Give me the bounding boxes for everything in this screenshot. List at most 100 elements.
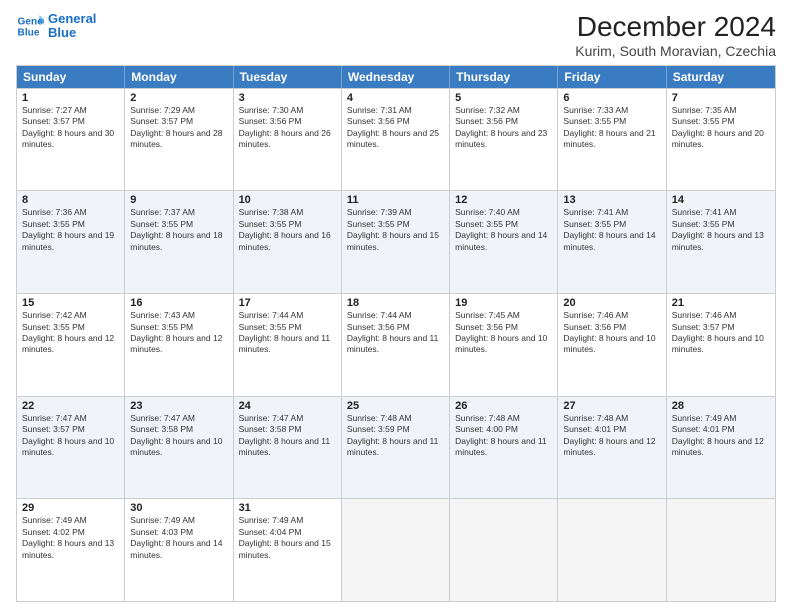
- cal-cell-1-2: 10Sunrise: 7:38 AM Sunset: 3:55 PM Dayli…: [234, 191, 342, 293]
- day-number: 8: [22, 194, 119, 206]
- cal-cell-3-5: 27Sunrise: 7:48 AM Sunset: 4:01 PM Dayli…: [558, 397, 666, 499]
- logo-line2: Blue: [48, 26, 96, 40]
- cal-cell-3-6: 28Sunrise: 7:49 AM Sunset: 4:01 PM Dayli…: [667, 397, 775, 499]
- day-number: 13: [563, 194, 660, 206]
- day-number: 5: [455, 92, 552, 104]
- day-of-week-saturday: Saturday: [667, 66, 775, 88]
- calendar-row-4: 29Sunrise: 7:49 AM Sunset: 4:02 PM Dayli…: [17, 498, 775, 601]
- day-of-week-sunday: Sunday: [17, 66, 125, 88]
- day-number: 22: [22, 400, 119, 412]
- day-info: Sunrise: 7:49 AM Sunset: 4:02 PM Dayligh…: [22, 515, 119, 561]
- cal-cell-0-3: 4Sunrise: 7:31 AM Sunset: 3:56 PM Daylig…: [342, 89, 450, 191]
- cal-cell-4-3: [342, 499, 450, 601]
- cal-cell-1-3: 11Sunrise: 7:39 AM Sunset: 3:55 PM Dayli…: [342, 191, 450, 293]
- day-info: Sunrise: 7:47 AM Sunset: 3:57 PM Dayligh…: [22, 413, 119, 459]
- day-number: 19: [455, 297, 552, 309]
- cal-cell-4-6: [667, 499, 775, 601]
- calendar: SundayMondayTuesdayWednesdayThursdayFrid…: [16, 65, 776, 602]
- day-info: Sunrise: 7:48 AM Sunset: 4:00 PM Dayligh…: [455, 413, 552, 459]
- day-number: 26: [455, 400, 552, 412]
- cal-cell-1-4: 12Sunrise: 7:40 AM Sunset: 3:55 PM Dayli…: [450, 191, 558, 293]
- day-info: Sunrise: 7:38 AM Sunset: 3:55 PM Dayligh…: [239, 207, 336, 253]
- day-info: Sunrise: 7:40 AM Sunset: 3:55 PM Dayligh…: [455, 207, 552, 253]
- day-number: 17: [239, 297, 336, 309]
- day-info: Sunrise: 7:35 AM Sunset: 3:55 PM Dayligh…: [672, 105, 770, 151]
- cal-cell-2-3: 18Sunrise: 7:44 AM Sunset: 3:56 PM Dayli…: [342, 294, 450, 396]
- cal-cell-2-2: 17Sunrise: 7:44 AM Sunset: 3:55 PM Dayli…: [234, 294, 342, 396]
- day-number: 16: [130, 297, 227, 309]
- calendar-row-0: 1Sunrise: 7:27 AM Sunset: 3:57 PM Daylig…: [17, 88, 775, 191]
- day-number: 24: [239, 400, 336, 412]
- day-info: Sunrise: 7:44 AM Sunset: 3:55 PM Dayligh…: [239, 310, 336, 356]
- cal-cell-1-5: 13Sunrise: 7:41 AM Sunset: 3:55 PM Dayli…: [558, 191, 666, 293]
- header: General Blue General Blue December 2024 …: [16, 12, 776, 59]
- cal-cell-1-1: 9Sunrise: 7:37 AM Sunset: 3:55 PM Daylig…: [125, 191, 233, 293]
- cal-cell-0-1: 2Sunrise: 7:29 AM Sunset: 3:57 PM Daylig…: [125, 89, 233, 191]
- cal-cell-2-5: 20Sunrise: 7:46 AM Sunset: 3:56 PM Dayli…: [558, 294, 666, 396]
- day-number: 28: [672, 400, 770, 412]
- day-info: Sunrise: 7:49 AM Sunset: 4:04 PM Dayligh…: [239, 515, 336, 561]
- logo: General Blue General Blue: [16, 12, 96, 41]
- calendar-row-2: 15Sunrise: 7:42 AM Sunset: 3:55 PM Dayli…: [17, 293, 775, 396]
- day-number: 18: [347, 297, 444, 309]
- cal-cell-2-6: 21Sunrise: 7:46 AM Sunset: 3:57 PM Dayli…: [667, 294, 775, 396]
- cal-cell-0-0: 1Sunrise: 7:27 AM Sunset: 3:57 PM Daylig…: [17, 89, 125, 191]
- day-info: Sunrise: 7:46 AM Sunset: 3:56 PM Dayligh…: [563, 310, 660, 356]
- day-number: 7: [672, 92, 770, 104]
- day-number: 15: [22, 297, 119, 309]
- day-info: Sunrise: 7:42 AM Sunset: 3:55 PM Dayligh…: [22, 310, 119, 356]
- day-info: Sunrise: 7:45 AM Sunset: 3:56 PM Dayligh…: [455, 310, 552, 356]
- calendar-row-3: 22Sunrise: 7:47 AM Sunset: 3:57 PM Dayli…: [17, 396, 775, 499]
- day-info: Sunrise: 7:41 AM Sunset: 3:55 PM Dayligh…: [672, 207, 770, 253]
- cal-cell-0-4: 5Sunrise: 7:32 AM Sunset: 3:56 PM Daylig…: [450, 89, 558, 191]
- day-number: 20: [563, 297, 660, 309]
- cal-cell-3-0: 22Sunrise: 7:47 AM Sunset: 3:57 PM Dayli…: [17, 397, 125, 499]
- day-info: Sunrise: 7:47 AM Sunset: 3:58 PM Dayligh…: [130, 413, 227, 459]
- day-info: Sunrise: 7:44 AM Sunset: 3:56 PM Dayligh…: [347, 310, 444, 356]
- svg-text:Blue: Blue: [18, 28, 40, 39]
- cal-cell-4-1: 30Sunrise: 7:49 AM Sunset: 4:03 PM Dayli…: [125, 499, 233, 601]
- cal-cell-4-2: 31Sunrise: 7:49 AM Sunset: 4:04 PM Dayli…: [234, 499, 342, 601]
- day-number: 11: [347, 194, 444, 206]
- cal-cell-3-1: 23Sunrise: 7:47 AM Sunset: 3:58 PM Dayli…: [125, 397, 233, 499]
- day-number: 9: [130, 194, 227, 206]
- cal-cell-3-3: 25Sunrise: 7:48 AM Sunset: 3:59 PM Dayli…: [342, 397, 450, 499]
- day-info: Sunrise: 7:37 AM Sunset: 3:55 PM Dayligh…: [130, 207, 227, 253]
- location: Kurim, South Moravian, Czechia: [575, 43, 776, 59]
- day-info: Sunrise: 7:49 AM Sunset: 4:03 PM Dayligh…: [130, 515, 227, 561]
- cal-cell-0-5: 6Sunrise: 7:33 AM Sunset: 3:55 PM Daylig…: [558, 89, 666, 191]
- logo-line1: General: [48, 12, 96, 26]
- cal-cell-2-4: 19Sunrise: 7:45 AM Sunset: 3:56 PM Dayli…: [450, 294, 558, 396]
- cal-cell-4-4: [450, 499, 558, 601]
- cal-cell-2-1: 16Sunrise: 7:43 AM Sunset: 3:55 PM Dayli…: [125, 294, 233, 396]
- cal-cell-1-0: 8Sunrise: 7:36 AM Sunset: 3:55 PM Daylig…: [17, 191, 125, 293]
- day-of-week-thursday: Thursday: [450, 66, 558, 88]
- day-info: Sunrise: 7:41 AM Sunset: 3:55 PM Dayligh…: [563, 207, 660, 253]
- day-info: Sunrise: 7:27 AM Sunset: 3:57 PM Dayligh…: [22, 105, 119, 151]
- day-of-week-wednesday: Wednesday: [342, 66, 450, 88]
- day-number: 30: [130, 502, 227, 514]
- title-block: December 2024 Kurim, South Moravian, Cze…: [575, 12, 776, 59]
- month-title: December 2024: [575, 12, 776, 43]
- day-number: 12: [455, 194, 552, 206]
- cal-cell-2-0: 15Sunrise: 7:42 AM Sunset: 3:55 PM Dayli…: [17, 294, 125, 396]
- day-number: 1: [22, 92, 119, 104]
- day-number: 10: [239, 194, 336, 206]
- day-number: 23: [130, 400, 227, 412]
- day-number: 25: [347, 400, 444, 412]
- day-number: 4: [347, 92, 444, 104]
- day-number: 3: [239, 92, 336, 104]
- day-info: Sunrise: 7:29 AM Sunset: 3:57 PM Dayligh…: [130, 105, 227, 151]
- day-info: Sunrise: 7:39 AM Sunset: 3:55 PM Dayligh…: [347, 207, 444, 253]
- day-number: 27: [563, 400, 660, 412]
- cal-cell-0-2: 3Sunrise: 7:30 AM Sunset: 3:56 PM Daylig…: [234, 89, 342, 191]
- day-number: 6: [563, 92, 660, 104]
- calendar-header: SundayMondayTuesdayWednesdayThursdayFrid…: [17, 66, 775, 88]
- day-info: Sunrise: 7:46 AM Sunset: 3:57 PM Dayligh…: [672, 310, 770, 356]
- page: General Blue General Blue December 2024 …: [0, 0, 792, 612]
- day-info: Sunrise: 7:33 AM Sunset: 3:55 PM Dayligh…: [563, 105, 660, 151]
- day-info: Sunrise: 7:30 AM Sunset: 3:56 PM Dayligh…: [239, 105, 336, 151]
- cal-cell-3-4: 26Sunrise: 7:48 AM Sunset: 4:00 PM Dayli…: [450, 397, 558, 499]
- cal-cell-1-6: 14Sunrise: 7:41 AM Sunset: 3:55 PM Dayli…: [667, 191, 775, 293]
- cal-cell-4-5: [558, 499, 666, 601]
